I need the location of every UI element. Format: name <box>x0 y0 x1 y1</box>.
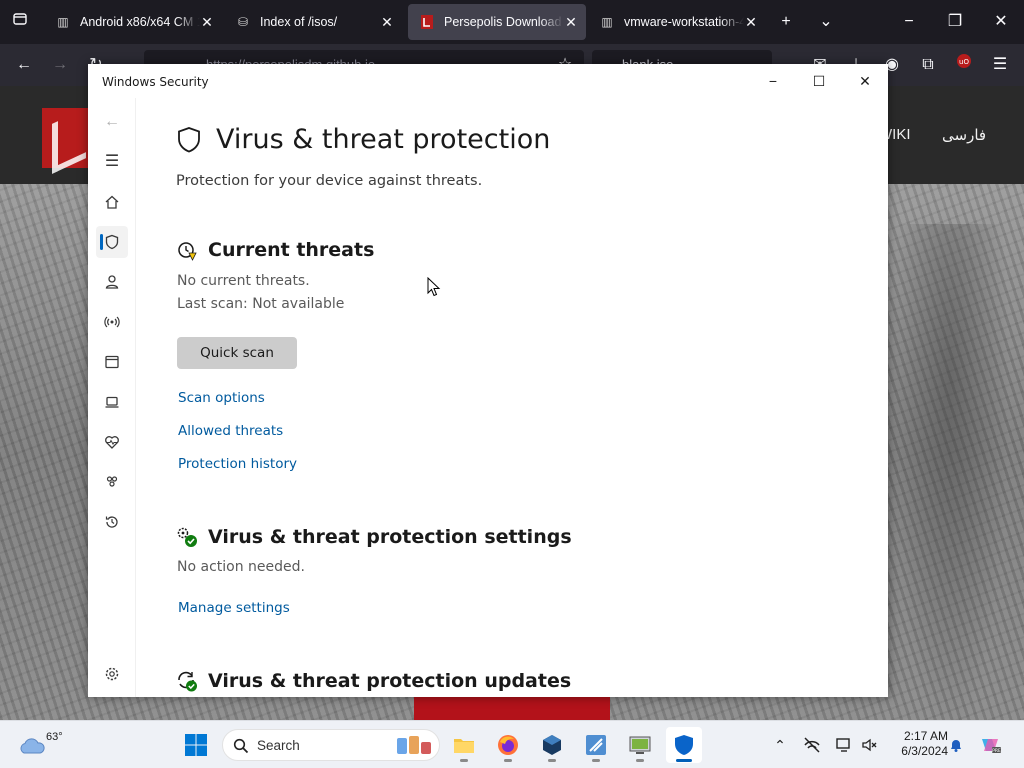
browser-tab-bar: ▥ Android x86/x64 CM 14 ✕ ⛁ Index of /is… <box>0 0 1024 44</box>
copilot-icon[interactable]: PRE <box>978 733 1002 757</box>
search-icon <box>233 738 249 754</box>
download-button[interactable] <box>414 694 610 720</box>
allowed-threats-link[interactable]: Allowed threats <box>178 423 283 439</box>
system-clock[interactable]: 2:17 AM 6/3/2024 <box>888 729 948 759</box>
network-offline-icon[interactable] <box>800 733 824 757</box>
history-icon[interactable] <box>96 506 128 538</box>
manage-settings-link[interactable]: Manage settings <box>178 600 290 616</box>
threat-history-icon <box>178 242 197 261</box>
current-threats-heading: Current threats <box>208 239 375 261</box>
chevron-down-icon[interactable]: ⌄ <box>814 10 838 34</box>
vmware-icon[interactable] <box>578 727 614 763</box>
minimize-icon[interactable]: − <box>750 64 796 98</box>
scan-options-link[interactable]: Scan options <box>178 390 265 406</box>
tab-title: Index of /isos/ <box>260 15 338 29</box>
settings-heading: Virus & threat protection settings <box>208 526 572 548</box>
hamburger-menu-icon[interactable]: ☰ <box>96 146 128 178</box>
svg-text:uO: uO <box>959 58 969 66</box>
nav-link-farsi[interactable]: فارسی <box>942 126 986 144</box>
ublock-icon[interactable]: uO <box>952 53 976 77</box>
virtualbox-icon[interactable] <box>534 727 570 763</box>
close-icon[interactable]: ✕ <box>989 10 1013 34</box>
window-title-bar[interactable]: Windows Security − ☐ ✕ <box>88 64 888 98</box>
close-icon[interactable]: ✕ <box>842 64 888 98</box>
account-protection-icon[interactable] <box>96 266 128 298</box>
browser-tab-vmware[interactable]: ▥ vmware-workstation-4 ✕ <box>588 4 766 40</box>
search-highlight-icon <box>397 736 431 754</box>
svg-text:PRE: PRE <box>992 748 1001 754</box>
tab-title: vmware-workstation-4 <box>624 15 744 29</box>
page-title: Virus & threat protection <box>216 124 551 155</box>
settings-gear-icon[interactable] <box>96 658 128 690</box>
browser-tab-android[interactable]: ▥ Android x86/x64 CM 14 ✕ <box>44 4 222 40</box>
tab-close-icon[interactable]: ✕ <box>380 4 394 40</box>
settings-status-icon <box>177 527 197 547</box>
shield-icon <box>178 127 200 153</box>
tab-close-icon[interactable]: ✕ <box>744 4 758 40</box>
quick-scan-button[interactable]: Quick scan <box>177 337 297 369</box>
persepolis-icon <box>420 15 434 29</box>
minimize-icon[interactable]: − <box>897 10 921 34</box>
security-sidebar: ← ☰ <box>88 98 136 697</box>
settings-status: No action needed. <box>177 559 305 575</box>
windows-security-window: Windows Security − ☐ ✕ ← ☰ Virus & threa… <box>88 64 888 697</box>
new-tab-icon[interactable]: + <box>774 10 798 34</box>
archive-icon: ▥ <box>601 15 613 29</box>
page-subtitle: Protection for your device against threa… <box>176 173 483 189</box>
start-windows-icon[interactable] <box>178 727 214 763</box>
tab-title: Android x86/x64 CM 14 <box>80 15 200 29</box>
page-icon: ⛁ <box>237 15 249 29</box>
chevron-up-icon[interactable]: ⌃ <box>768 733 792 757</box>
tab-close-icon[interactable]: ✕ <box>200 4 214 40</box>
restore-icon[interactable]: ❐ <box>943 10 967 34</box>
shield-icon[interactable] <box>96 226 128 258</box>
persepolis-logo[interactable] <box>42 108 90 168</box>
maximize-icon[interactable]: ☐ <box>796 64 842 98</box>
health-heart-icon[interactable] <box>96 426 128 458</box>
selection-indicator <box>100 234 103 250</box>
clock-time: 2:17 AM <box>903 729 948 743</box>
volume-muted-icon[interactable] <box>858 733 882 757</box>
threat-status: No current threats. <box>177 273 310 289</box>
firefox-icon[interactable] <box>490 727 526 763</box>
cloud-icon <box>20 738 45 754</box>
home-icon[interactable] <box>96 186 128 218</box>
search-placeholder: Search <box>257 738 300 753</box>
browser-tab-index-isos[interactable]: ⛁ Index of /isos/ ✕ <box>224 4 402 40</box>
clock-date: 6/3/2024 <box>901 744 948 758</box>
mouse-cursor-icon <box>427 277 441 297</box>
forward-icon[interactable]: → <box>48 53 72 77</box>
notification-bell-icon[interactable] <box>944 733 968 757</box>
back-arrow-icon[interactable]: ← <box>96 106 128 138</box>
tab-close-icon[interactable]: ✕ <box>564 4 578 40</box>
taskbar-search-box[interactable]: Search <box>222 729 440 761</box>
extensions-icon[interactable]: ⧉ <box>916 53 940 77</box>
app-browser-control-icon[interactable] <box>96 346 128 378</box>
device-security-icon[interactable] <box>96 386 128 418</box>
protection-history-link[interactable]: Protection history <box>178 456 297 472</box>
back-icon[interactable]: ← <box>12 53 36 77</box>
remote-desktop-icon[interactable] <box>622 727 658 763</box>
security-content: Virus & threat protection Protection for… <box>136 98 888 697</box>
archive-icon: ▥ <box>57 15 69 29</box>
network-antenna-icon[interactable] <box>96 306 128 338</box>
tab-title: Persepolis Download M <box>444 15 564 29</box>
file-explorer-icon[interactable] <box>446 727 482 763</box>
last-scan-text: Last scan: Not available <box>177 296 345 312</box>
window-title: Windows Security <box>102 75 209 89</box>
updates-heading: Virus & threat protection updates <box>208 670 572 692</box>
menu-icon[interactable]: ☰ <box>988 53 1012 77</box>
windows-security-icon[interactable] <box>666 727 702 763</box>
display-icon[interactable] <box>832 733 856 757</box>
family-options-icon[interactable] <box>96 466 128 498</box>
tab-list-icon[interactable] <box>8 10 32 34</box>
windows-taskbar: 63° Search ⌃ 2:17 AM 6/3/2024 PRE <box>0 720 1024 768</box>
updates-refresh-icon <box>178 671 197 692</box>
weather-temperature: 63° <box>46 731 63 743</box>
browser-tab-persepolis[interactable]: Persepolis Download M ✕ <box>408 4 586 40</box>
weather-widget[interactable]: 63° <box>14 727 74 763</box>
